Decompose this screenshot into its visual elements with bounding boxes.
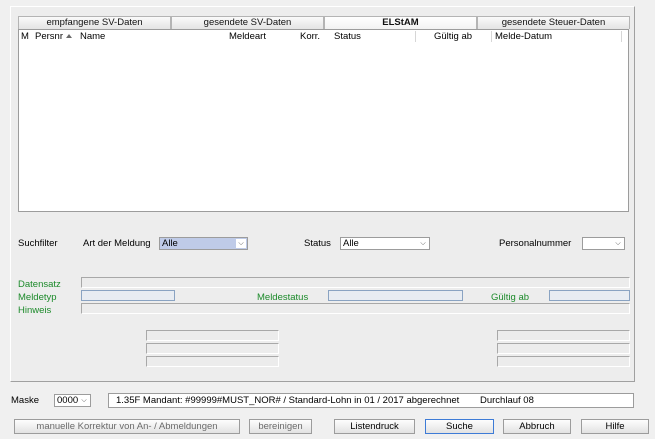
manuelle-korrektur-button[interactable]: manuelle Korrektur von An- / Abmeldungen <box>14 419 240 434</box>
datensatz-field <box>81 277 630 288</box>
info-field <box>146 330 279 341</box>
personalnummer-label: Personalnummer <box>499 238 572 249</box>
tab-gesendete-steuer-daten[interactable]: gesendete Steuer-Daten <box>477 16 630 29</box>
meldetyp-label: Meldetyp <box>18 292 57 303</box>
list-header: M Persnr Name Meldeart Korr. Status Gült… <box>19 30 628 43</box>
status-select[interactable]: Alle ⌵ <box>340 237 430 250</box>
column-header-name[interactable]: Name <box>80 30 105 43</box>
column-header-melde-datum[interactable]: Melde-Datum <box>495 30 552 43</box>
column-header-status[interactable]: Status <box>334 30 361 43</box>
hinweis-field <box>81 303 630 314</box>
listendruck-button[interactable]: Listendruck <box>334 419 415 434</box>
sort-ascending-icon <box>65 34 72 39</box>
tab-empfangene-sv-daten[interactable]: empfangene SV-Daten <box>18 16 171 29</box>
info-field <box>146 343 279 354</box>
chevron-down-icon: ⌵ <box>613 239 623 248</box>
hinweis-label: Hinweis <box>18 305 52 316</box>
column-separator[interactable] <box>415 31 416 42</box>
info-field <box>497 343 630 354</box>
hilfe-button[interactable]: Hilfe <box>581 419 649 434</box>
meldestatus-field <box>328 290 463 301</box>
results-list[interactable]: M Persnr Name Meldeart Korr. Status Gült… <box>18 29 629 212</box>
tab-elstam[interactable]: ELStAM <box>324 16 477 29</box>
info-field <box>497 356 630 367</box>
info-field <box>146 356 279 367</box>
personalnummer-select[interactable]: ⌵ <box>582 237 625 250</box>
maske-select[interactable]: 0000 ⌵ <box>54 394 91 407</box>
maske-label: Maske <box>11 395 39 406</box>
info-field <box>497 330 630 341</box>
bereinigen-button[interactable]: bereinigen <box>249 419 312 434</box>
column-header-meldeart[interactable]: Meldeart <box>229 30 266 43</box>
durchlauf-text: Durchlauf 08 <box>480 395 534 406</box>
chevron-down-icon: ⌵ <box>79 396 89 405</box>
column-header-korr[interactable]: Korr. <box>300 30 320 43</box>
status-text: 1.35F Mandant: #99999#MUST_NOR# / Standa… <box>116 395 460 406</box>
maske-value: 0000 <box>57 395 79 406</box>
status-label: Status <box>304 238 331 249</box>
column-header-m[interactable]: M <box>21 30 29 43</box>
status-value: Alle <box>343 238 359 249</box>
suchfilter-label: Suchfilter <box>18 238 58 249</box>
chevron-down-icon: ⌵ <box>236 239 246 248</box>
abbruch-button[interactable]: Abbruch <box>503 419 571 434</box>
column-header-persnr[interactable]: Persnr <box>35 30 72 43</box>
datensatz-label: Datensatz <box>18 279 61 290</box>
tab-gesendete-sv-daten[interactable]: gesendete SV-Daten <box>171 16 324 29</box>
column-separator[interactable] <box>621 31 622 42</box>
chevron-down-icon: ⌵ <box>418 239 428 248</box>
column-separator[interactable] <box>491 31 492 42</box>
art-der-meldung-select[interactable]: Alle ⌵ <box>159 237 248 250</box>
status-bar: 1.35F Mandant: #99999#MUST_NOR# / Standa… <box>108 393 634 408</box>
column-header-persnr-label: Persnr <box>35 31 63 42</box>
art-der-meldung-value: Alle <box>162 238 178 249</box>
tab-bar: empfangene SV-Daten gesendete SV-Daten E… <box>18 16 630 29</box>
gueltig-ab-field <box>549 290 630 301</box>
meldetyp-field <box>81 290 175 301</box>
suche-button[interactable]: Suche <box>425 419 494 434</box>
art-der-meldung-label: Art der Meldung <box>83 238 151 249</box>
column-header-gueltig-ab[interactable]: Gültig ab <box>434 30 472 43</box>
